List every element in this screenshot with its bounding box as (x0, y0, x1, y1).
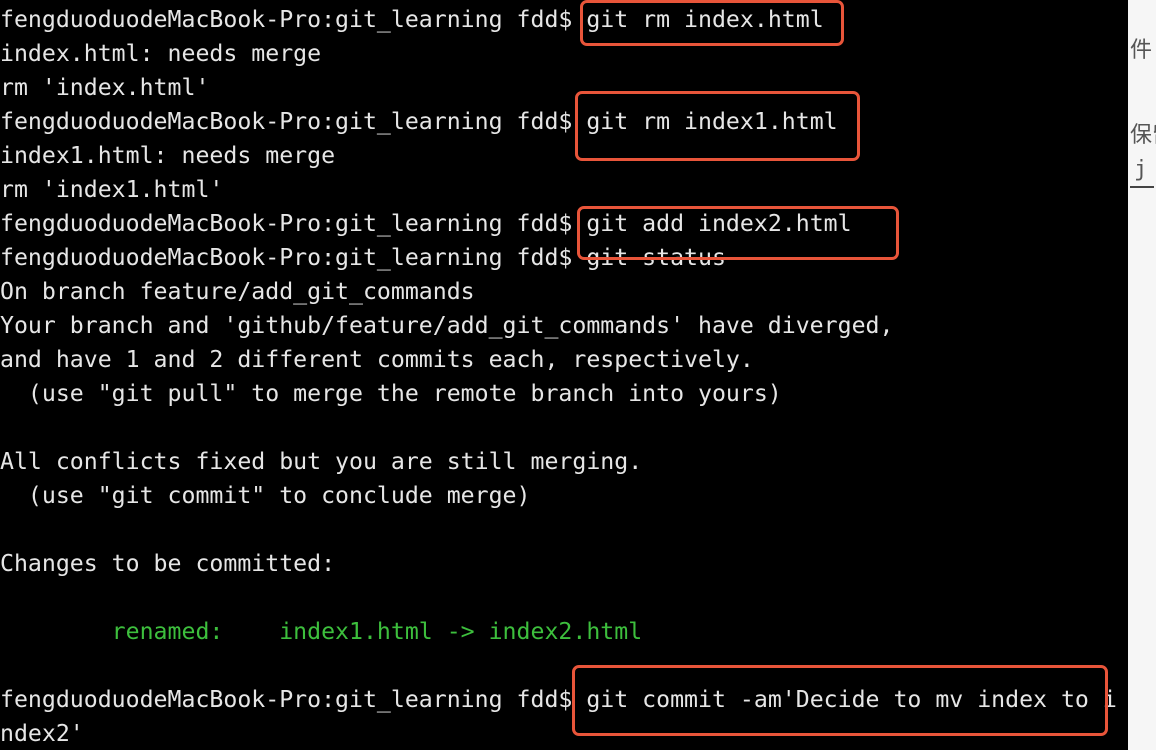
shell-prompt: fengduoduodeMacBook-Pro:git_learning fdd… (0, 108, 573, 135)
highlight-box-git-rm-index1 (575, 91, 860, 161)
terminal-line-11: and have 1 and 2 different commits each,… (0, 346, 754, 373)
highlight-box-git-commit (572, 665, 1108, 736)
shell-prompt: fengduoduodeMacBook-Pro:git_learning fdd… (0, 686, 573, 713)
terminal-line-6: rm 'index1.html' (0, 176, 224, 203)
terminal-line-3: rm 'index.html' (0, 74, 210, 101)
terminal-window[interactable]: fengduoduodeMacBook-Pro:git_learning fdd… (0, 0, 1128, 750)
terminal-line-15: (use "git commit" to conclude merge) (0, 482, 531, 509)
shell-prompt: fengduoduodeMacBook-Pro:git_learning fdd… (0, 210, 573, 237)
side-divider (1130, 186, 1154, 188)
side-glyph-1: 件 (1130, 38, 1153, 63)
terminal-line-5: index1.html: needs merge (0, 142, 336, 169)
terminal-line-10: Your branch and 'github/feature/add_git_… (0, 312, 894, 339)
highlight-box-git-rm-index (580, 0, 844, 46)
side-panel: 件 保留 j (1128, 0, 1156, 750)
highlight-box-git-add-index2 (577, 206, 899, 260)
terminal-line-17: Changes to be committed: (0, 550, 336, 577)
terminal-line-2: index.html: needs merge (0, 40, 322, 67)
side-glyph-3: j (1134, 157, 1148, 182)
shell-prompt: fengduoduodeMacBook-Pro:git_learning fdd… (0, 6, 573, 33)
terminal-line-9: On branch feature/add_git_commands (0, 278, 475, 305)
terminal-line-14: All conflicts fixed but you are still me… (0, 448, 643, 475)
terminal-line-22: ndex2' (0, 720, 84, 747)
terminal-line-12: (use "git pull" to merge the remote bran… (0, 380, 782, 407)
shell-prompt: fengduoduodeMacBook-Pro:git_learning fdd… (0, 244, 573, 271)
renamed-file-line: renamed: index1.html -> index2.html (0, 618, 643, 645)
side-glyph-2: 保留 (1130, 123, 1156, 148)
